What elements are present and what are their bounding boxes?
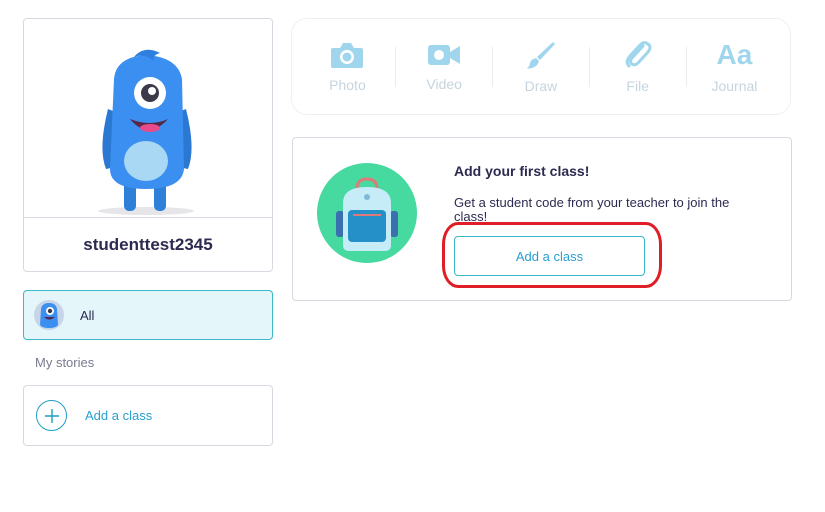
aa-text-icon: Aa <box>716 38 753 70</box>
camera-icon <box>331 42 364 68</box>
journal-label: Journal <box>711 77 758 94</box>
my-stories-heading: My stories <box>35 355 95 370</box>
add-first-class-card: Add your first class! Get a student code… <box>292 137 792 301</box>
profile-card: studenttest2345 <box>23 18 273 272</box>
add-first-class-description: Get a student code from your teacher to … <box>454 195 730 224</box>
photo-label: Photo <box>329 76 366 93</box>
draw-button[interactable]: Draw <box>502 32 580 102</box>
photo-button[interactable]: Photo <box>308 32 386 102</box>
journal-button[interactable]: Aa Journal <box>695 32 773 102</box>
blue-monster-avatar-small <box>34 300 64 330</box>
sidebar-item-all-label: All <box>80 307 95 323</box>
toolbar-divider <box>588 46 590 87</box>
add-first-class-title: Add your first class! <box>454 163 590 179</box>
backpack-icon <box>317 163 417 263</box>
post-toolbar: Photo Video Draw File Aa Journal <box>291 18 791 115</box>
sidebar-add-class-label: Add a class <box>85 408 153 423</box>
toolbar-divider <box>395 46 397 87</box>
profile-username: studenttest2345 <box>83 234 213 254</box>
sidebar-item-all[interactable]: All <box>23 290 273 340</box>
draw-label: Draw <box>524 77 558 94</box>
video-label: Video <box>426 75 462 92</box>
file-label: File <box>626 77 649 94</box>
toolbar-divider <box>685 46 687 87</box>
paintbrush-icon <box>526 41 555 68</box>
sidebar-add-class-button[interactable]: Add a class <box>23 385 273 446</box>
video-button[interactable]: Video <box>405 32 483 102</box>
file-button[interactable]: File <box>599 32 677 102</box>
plus-circle-icon <box>36 400 67 431</box>
profile-avatar-area <box>24 19 272 218</box>
blue-monster-avatar[interactable] <box>94 49 204 219</box>
add-class-button[interactable]: Add a class <box>454 236 645 276</box>
toolbar-divider <box>492 46 494 87</box>
video-camera-icon <box>428 44 461 65</box>
paperclip-icon <box>625 40 652 67</box>
